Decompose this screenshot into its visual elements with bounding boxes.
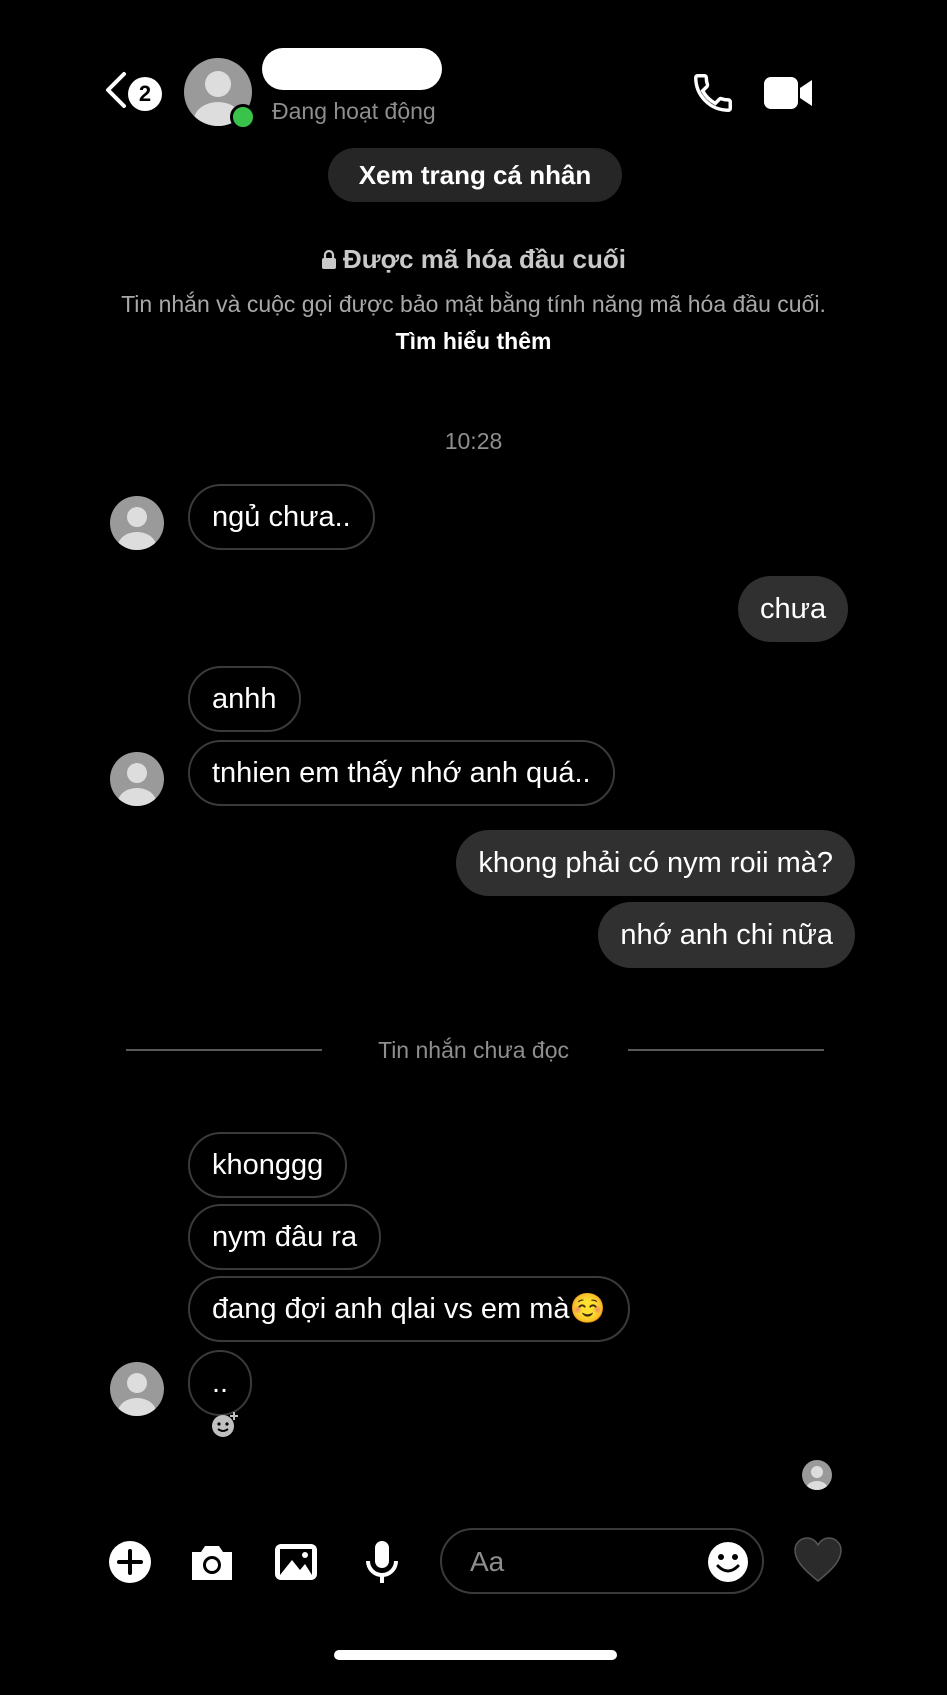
unread-count-badge: 2: [128, 77, 162, 111]
video-camera-icon: [764, 77, 812, 109]
encryption-title-text: Được mã hóa đầu cuối: [343, 244, 626, 274]
encryption-title: Được mã hóa đầu cuối: [0, 244, 947, 275]
view-profile-button[interactable]: Xem trang cá nhân: [328, 148, 622, 202]
message-bubble-incoming[interactable]: đang đợi anh qlai vs em mà☺️: [188, 1276, 630, 1342]
message-timestamp: 10:28: [444, 428, 503, 454]
voice-call-button[interactable]: [690, 70, 736, 116]
plus-button[interactable]: [106, 1538, 154, 1586]
emoji-button[interactable]: [706, 1540, 750, 1584]
heart-reaction-button[interactable]: [792, 1536, 844, 1584]
camera-icon: [192, 1546, 232, 1580]
message-bubble-incoming[interactable]: ..: [188, 1350, 253, 1416]
camera-button[interactable]: [188, 1538, 236, 1586]
video-call-button[interactable]: [762, 74, 814, 112]
active-status: Đang hoạt động: [272, 98, 436, 124]
image-icon: [275, 1544, 317, 1580]
message-composer[interactable]: [440, 1528, 764, 1594]
message-bubble-incoming[interactable]: nym đâu ra: [188, 1204, 382, 1270]
sender-avatar[interactable]: [110, 496, 164, 550]
online-indicator: [230, 104, 256, 130]
message-bubble-outgoing[interactable]: chưa: [738, 576, 849, 642]
heart-icon: [794, 1537, 842, 1582]
message-bubble-incoming[interactable]: anhh: [188, 666, 301, 732]
message-bubble-incoming[interactable]: khonggg: [188, 1132, 348, 1198]
sender-avatar[interactable]: [110, 1362, 164, 1416]
phone-icon: [694, 74, 732, 112]
message-bubble-incoming[interactable]: ngủ chưa..: [188, 484, 375, 550]
smiley-icon: [708, 1542, 748, 1582]
message-bubble-incoming[interactable]: tnhien em thấy nhớ anh quá..: [188, 740, 615, 806]
lock-icon: [322, 249, 337, 269]
divider-line-right: [628, 1049, 824, 1051]
contact-name-redacted[interactable]: [262, 48, 442, 90]
learn-more-link[interactable]: Tìm hiểu thêm: [396, 328, 552, 354]
encryption-text: Tin nhắn và cuộc gọi được bảo mật bằng t…: [121, 291, 826, 317]
home-indicator[interactable]: [334, 1650, 617, 1660]
add-reaction-button[interactable]: [210, 1410, 240, 1440]
sender-avatar[interactable]: [110, 752, 164, 806]
microphone-button[interactable]: [358, 1538, 406, 1586]
plus-icon: [109, 1541, 151, 1583]
message-bubble-outgoing[interactable]: nhớ anh chi nữa: [598, 902, 855, 968]
message-input[interactable]: [468, 1540, 692, 1584]
encryption-notice: Tin nhắn và cuộc gọi được bảo mật bằng t…: [120, 286, 827, 360]
message-bubble-outgoing[interactable]: khong phải có nym roii mà?: [456, 830, 855, 896]
seen-indicator-avatar: [802, 1460, 832, 1490]
gallery-button[interactable]: [272, 1538, 320, 1586]
add-reaction-icon: [212, 1412, 238, 1437]
microphone-icon: [366, 1541, 398, 1583]
